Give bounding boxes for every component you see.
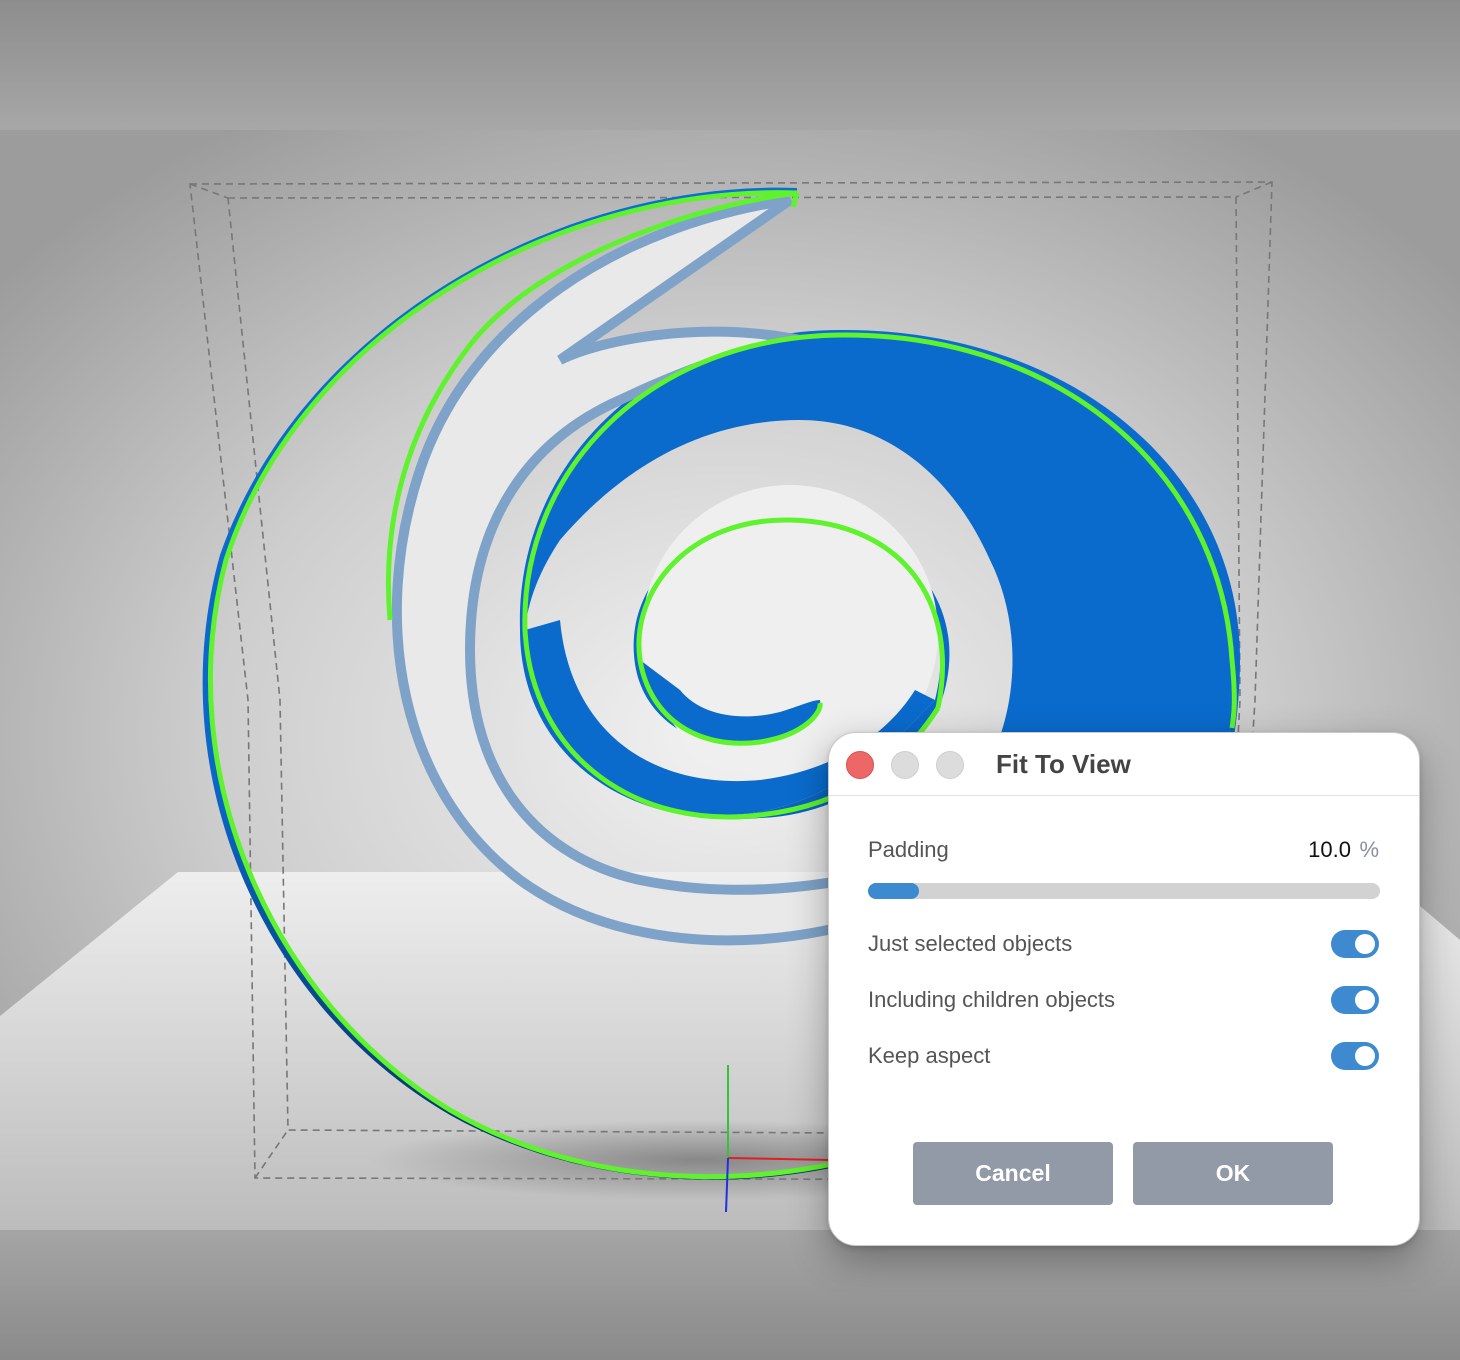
keep-aspect-label: Keep aspect xyxy=(868,1043,991,1068)
toggle-knob xyxy=(1355,990,1375,1010)
zoom-window-button[interactable] xyxy=(936,751,964,779)
dialog-title: Fit To View xyxy=(996,749,1131,779)
padding-label: Padding xyxy=(868,837,949,862)
fit-to-view-dialog: Fit To View Padding 10.0 % Just selected… xyxy=(828,732,1420,1246)
minimize-window-button[interactable] xyxy=(891,751,919,779)
including-children-objects-label: Including children objects xyxy=(868,987,1116,1012)
cancel-button[interactable]: Cancel xyxy=(913,1142,1113,1205)
toggle-knob xyxy=(1355,1046,1375,1066)
viewport-top-band xyxy=(0,0,1460,130)
just-selected-objects-label: Just selected objects xyxy=(868,931,1073,956)
padding-slider[interactable] xyxy=(868,883,1380,899)
padding-slider-fill[interactable] xyxy=(868,883,920,899)
dialog-titlebar[interactable]: Fit To View xyxy=(829,733,1419,796)
padding-unit: % xyxy=(1359,837,1379,862)
toggle-knob xyxy=(1355,934,1375,954)
padding-value[interactable]: 10.0 xyxy=(1308,837,1351,863)
ok-button[interactable]: OK xyxy=(1133,1142,1333,1205)
close-window-button[interactable] xyxy=(846,751,874,779)
viewport-bottom-band xyxy=(0,1230,1460,1360)
including-children-objects-toggle[interactable] xyxy=(1331,986,1379,1014)
keep-aspect-toggle[interactable] xyxy=(1331,1042,1379,1070)
just-selected-objects-toggle[interactable] xyxy=(1331,930,1379,958)
